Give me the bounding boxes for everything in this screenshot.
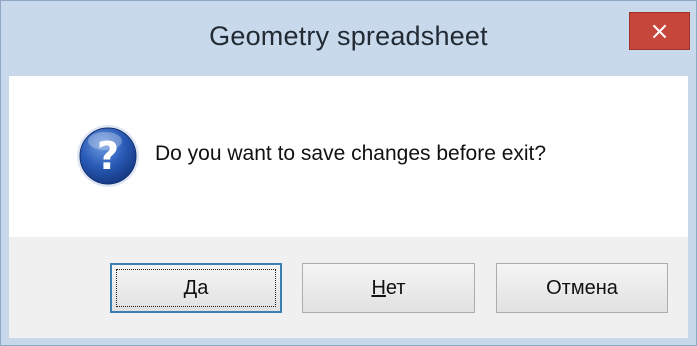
dialog-message: Do you want to save changes before exit? <box>155 142 547 165</box>
cancel-button-label: Отмена <box>546 276 618 299</box>
focus-rectangle <box>116 269 276 307</box>
no-button-label: Нет <box>371 276 406 299</box>
close-icon: × <box>649 17 670 45</box>
question-icon: ? <box>77 125 139 187</box>
yes-button[interactable]: Да <box>110 263 282 313</box>
dialog-content: ? Do you want to save changes before exi… <box>9 76 688 237</box>
window-title: Geometry spreadsheet <box>209 21 488 51</box>
close-button[interactable]: × <box>629 12 690 50</box>
cancel-button[interactable]: Отмена <box>496 263 668 313</box>
no-button[interactable]: Нет <box>302 263 475 313</box>
svg-text:?: ? <box>97 134 119 178</box>
title-bar[interactable]: Geometry spreadsheet × <box>1 1 696 76</box>
dialog-window: Geometry spreadsheet × ? Do you want to … <box>0 0 697 346</box>
button-bar: Да Нет Отмена <box>9 237 688 338</box>
